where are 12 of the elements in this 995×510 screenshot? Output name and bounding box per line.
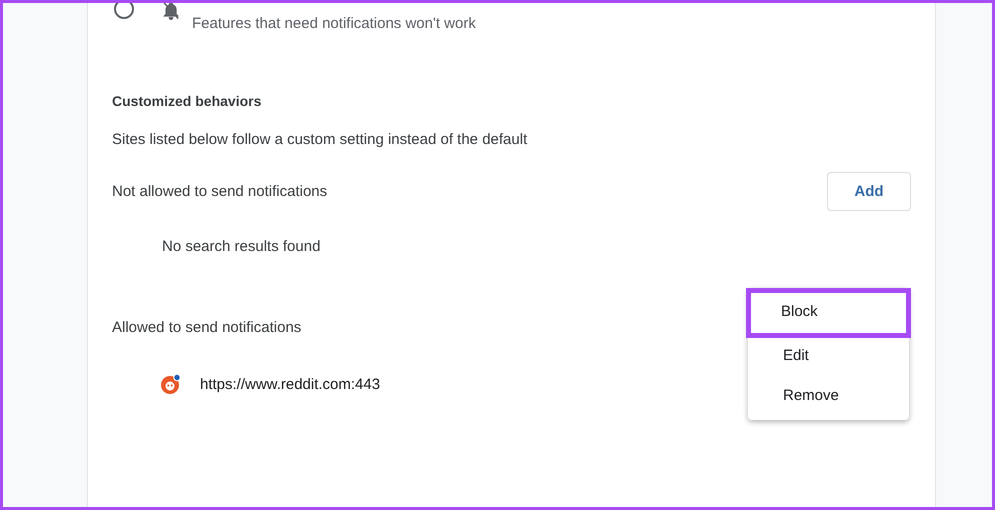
add-button[interactable]: Add — [827, 172, 911, 211]
option-description: Features that need notifications won't work — [192, 15, 476, 32]
list-label: Allowed to send notifications — [112, 319, 302, 336]
section-heading: Customized behaviors — [112, 93, 262, 109]
section-description: Sites listed below follow a custom setting instead of the default — [112, 131, 528, 148]
menu-item[interactable]: Block — [746, 288, 911, 338]
bell-off-icon — [162, 3, 180, 21]
site-url[interactable]: https://www.reddit.com:443 — [200, 376, 380, 392]
empty-message: No search results found — [162, 238, 322, 255]
site-favicon-icon — [160, 373, 182, 395]
radio-button[interactable] — [114, 3, 134, 19]
list-label: Not allowed to send notifications — [112, 183, 328, 200]
